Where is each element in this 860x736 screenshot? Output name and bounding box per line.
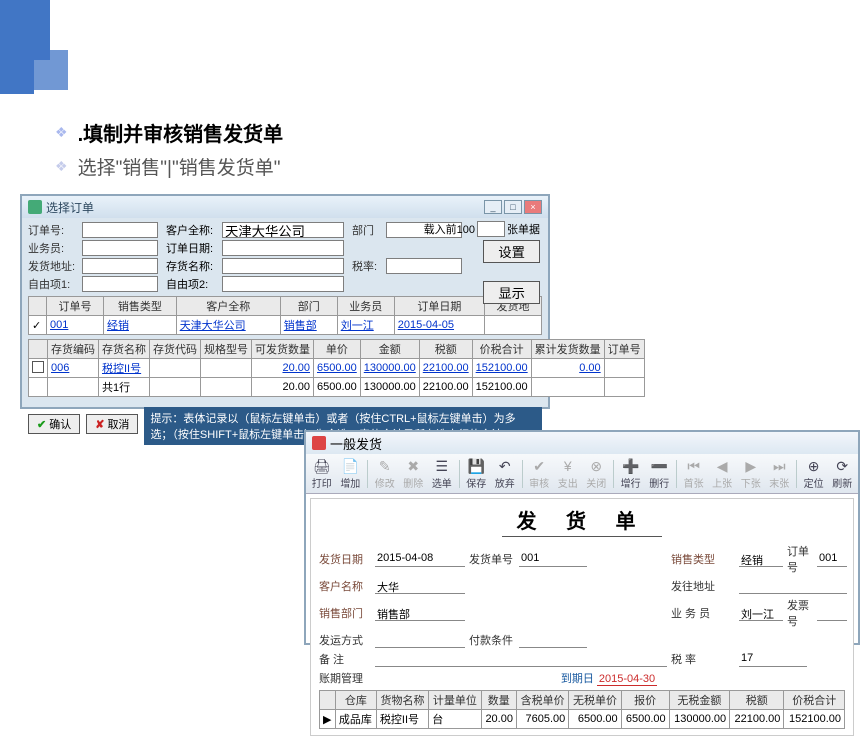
save-button[interactable]: 💾保存 xyxy=(462,456,490,492)
minimize-button[interactable]: _ xyxy=(484,200,502,214)
locate-button[interactable]: ⊕定位 xyxy=(800,456,828,492)
remark-input[interactable] xyxy=(375,652,667,667)
table-row[interactable]: 006 税控II号 20.00 6500.00 130000.00 22100.… xyxy=(29,359,645,378)
delete-button[interactable]: ✖删除 xyxy=(400,456,428,492)
table-row[interactable]: ✓ 001 经销 天津大华公司 销售部 刘一江 2015-04-05 xyxy=(29,316,542,335)
due-date-input[interactable]: 2015-04-30 xyxy=(597,673,657,686)
input-order-no[interactable] xyxy=(82,222,158,238)
delline-button[interactable]: ➖删行 xyxy=(645,456,673,492)
sale-dept-input[interactable]: 销售部 xyxy=(375,606,465,621)
tax-rate-input[interactable]: 17 xyxy=(739,652,807,667)
input-order-date[interactable] xyxy=(222,240,344,256)
prev-button[interactable]: ◀上张 xyxy=(708,456,736,492)
select-button[interactable]: ☰选单 xyxy=(428,456,456,492)
add-button[interactable]: 📄增加 xyxy=(337,456,365,492)
label-free1: 自由项1: xyxy=(28,276,78,292)
due-label: 到期日 xyxy=(561,673,594,685)
ship-no-input[interactable]: 001 xyxy=(519,552,587,567)
maximize-button[interactable]: □ xyxy=(504,200,522,214)
input-free2[interactable] xyxy=(222,276,344,292)
label-order-no: 订单号: xyxy=(28,222,78,238)
load-suffix: 张单据 xyxy=(507,221,540,237)
ship-date-input[interactable]: 2015-04-08 xyxy=(375,552,465,567)
table-sum-row: 共1行 20.00 6500.00 130000.00 22100.00 152… xyxy=(29,378,645,397)
window-title: 一般发货 xyxy=(330,434,382,453)
input-free1[interactable] xyxy=(82,276,158,292)
pay-term-input[interactable] xyxy=(519,633,587,648)
sale-type-input[interactable]: 经销 xyxy=(739,552,783,567)
addline-button[interactable]: ➕增行 xyxy=(617,456,645,492)
settings-button[interactable]: 设置 xyxy=(483,240,540,263)
select-order-window: 选择订单 _ □ × 订单号: 客户全称: 部门 业务员: 订单日期: 发货地址… xyxy=(20,194,550,409)
refresh-button[interactable]: ⟳刷新 xyxy=(828,456,856,492)
input-ship-addr[interactable] xyxy=(82,258,158,274)
close-doc-button[interactable]: ⊗关闭 xyxy=(583,456,611,492)
cust-name-input[interactable]: 大华 xyxy=(375,579,465,594)
ship-addr-input[interactable] xyxy=(739,579,847,594)
ship-way-input[interactable] xyxy=(375,633,465,648)
table-row[interactable]: ▶ 成品库 税控II号 台 20.00 7605.00 6500.00 6500… xyxy=(320,710,845,729)
audit-button[interactable]: ✔审核 xyxy=(525,456,553,492)
first-button[interactable]: ⏮首张 xyxy=(680,456,708,492)
input-cust-full[interactable] xyxy=(222,222,344,238)
label-stock-name: 存货名称: xyxy=(166,258,218,274)
app-icon xyxy=(28,200,42,214)
input-load-count[interactable] xyxy=(477,221,505,237)
last-button[interactable]: ⏭末张 xyxy=(766,456,794,492)
app-icon xyxy=(312,436,326,450)
page-title-area: ❖ .填制并审核销售发货单 ❖ 选择"销售"|"销售发货单" xyxy=(55,118,283,186)
load-prefix: 载入前100 xyxy=(424,221,475,237)
label-salesman: 业务员: xyxy=(28,240,78,256)
display-button[interactable]: 显示 xyxy=(483,281,540,304)
close-button[interactable]: × xyxy=(524,200,542,214)
label-order-date: 订单日期: xyxy=(166,240,218,256)
toolbar: 🖨打印 📄增加 ✎修改 ✖删除 ☰选单 💾保存 ↶放弃 ✔审核 ¥支出 ⊗关闭 … xyxy=(306,454,858,494)
invoice-input[interactable] xyxy=(817,606,847,621)
doc-title: 发 货 单 xyxy=(502,505,662,537)
modify-button[interactable]: ✎修改 xyxy=(371,456,399,492)
label-ship-addr: 发货地址: xyxy=(28,258,78,274)
print-button[interactable]: 🖨打印 xyxy=(308,456,336,492)
salesman-input[interactable]: 刘一江 xyxy=(739,606,783,621)
input-stock-name[interactable] xyxy=(222,258,344,274)
title-main: .填制并审核销售发货单 xyxy=(78,118,284,147)
shipment-window: 一般发货 🖨打印 📄增加 ✎修改 ✖删除 ☰选单 💾保存 ↶放弃 ✔审核 ¥支出… xyxy=(304,430,860,645)
stock-table: 存货编码 存货名称 存货代码 规格型号 可发货数量 单价 金额 税额 价税合计 … xyxy=(28,339,645,397)
window-title: 选择订单 xyxy=(46,199,94,216)
confirm-button[interactable]: ✔确认 xyxy=(28,414,80,434)
order-no-input[interactable]: 001 xyxy=(817,552,847,567)
document-body: 发 货 单 发货日期 2015-04-08 发货单号 001 销售类型 经销 订… xyxy=(310,498,854,736)
shipment-lines-table: 仓库 货物名称 计量单位 数量 含税单价 无税单价 报价 无税金额 税额 价税合… xyxy=(319,690,845,729)
cancel-button[interactable]: ✘取消 xyxy=(86,414,138,434)
title-sub: 选择"销售"|"销售发货单" xyxy=(78,153,281,180)
payout-button[interactable]: ¥支出 xyxy=(554,456,582,492)
next-button[interactable]: ▶下张 xyxy=(737,456,765,492)
abandon-button[interactable]: ↶放弃 xyxy=(491,456,519,492)
input-salesman[interactable] xyxy=(82,240,158,256)
label-cust-full: 客户全称: xyxy=(166,222,218,238)
label-free2: 自由项2: xyxy=(166,276,218,292)
